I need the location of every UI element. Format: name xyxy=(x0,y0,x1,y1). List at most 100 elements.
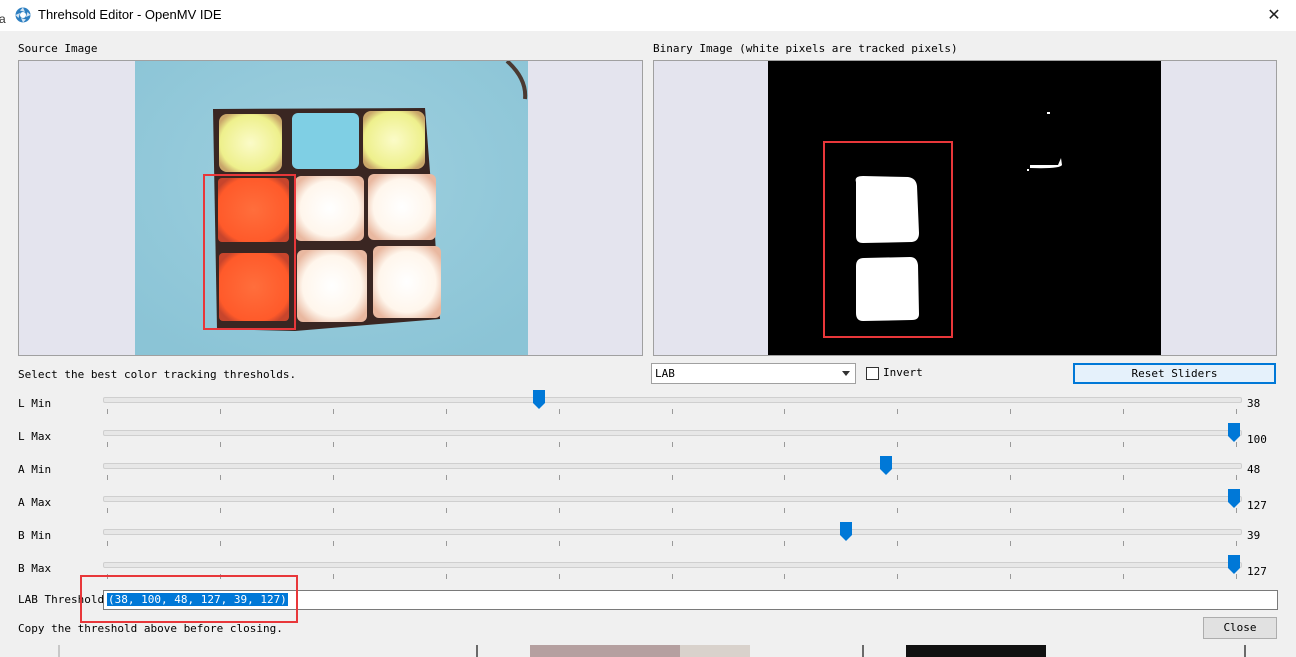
slider-tick xyxy=(897,409,898,414)
slider-tick xyxy=(1010,475,1011,480)
background-window-fragment: a xyxy=(0,12,6,26)
slider-tick xyxy=(1236,475,1237,480)
invert-label[interactable]: Invert xyxy=(883,366,923,379)
slider-track-b-min[interactable] xyxy=(103,529,1242,535)
slider-tick xyxy=(559,541,560,546)
slider-tick xyxy=(333,442,334,447)
source-image xyxy=(135,61,528,355)
slider-tick xyxy=(333,541,334,546)
slider-tick xyxy=(446,442,447,447)
slider-tick xyxy=(1123,574,1124,579)
slider-tick xyxy=(1123,508,1124,513)
invert-checkbox[interactable] xyxy=(866,367,879,380)
slider-tick xyxy=(784,442,785,447)
slider-tick xyxy=(446,508,447,513)
slider-tick xyxy=(107,475,108,480)
slider-tick xyxy=(672,541,673,546)
threshold-annotation-box xyxy=(80,575,298,623)
slider-tick xyxy=(897,475,898,480)
slider-tick xyxy=(333,574,334,579)
source-image-label: Source Image xyxy=(18,42,98,55)
slider-tick xyxy=(897,442,898,447)
slider-tick xyxy=(559,442,560,447)
slider-tick xyxy=(784,409,785,414)
slider-tick xyxy=(333,409,334,414)
slider-tick xyxy=(559,475,560,480)
slider-label-b-max: B Max xyxy=(18,562,52,575)
slider-tick xyxy=(446,574,447,579)
slider-value-b-min: 39 xyxy=(1247,529,1261,542)
slider-value-l-min: 38 xyxy=(1247,397,1261,410)
chevron-down-icon xyxy=(842,371,850,376)
slider-tick xyxy=(220,475,221,480)
slider-track-a-min[interactable] xyxy=(103,463,1242,469)
slider-tick xyxy=(897,541,898,546)
slider-tick xyxy=(1123,442,1124,447)
colorspace-select[interactable]: LAB xyxy=(651,363,856,384)
slider-tick xyxy=(1010,409,1011,414)
slider-tick xyxy=(784,541,785,546)
slider-value-a-min: 48 xyxy=(1247,463,1261,476)
slider-tick xyxy=(559,409,560,414)
slider-tick xyxy=(1236,574,1237,579)
slider-tick xyxy=(446,409,447,414)
slider-label-l-max: L Max xyxy=(18,430,52,443)
slider-thumb-l-min[interactable] xyxy=(533,390,545,409)
slider-tick xyxy=(559,574,560,579)
slider-tick xyxy=(220,541,221,546)
slider-tick xyxy=(1123,409,1124,414)
source-image-panel xyxy=(18,60,643,356)
slider-tick xyxy=(672,409,673,414)
slider-track-b-max[interactable] xyxy=(103,562,1242,568)
slider-tick xyxy=(446,541,447,546)
slider-track-a-max[interactable] xyxy=(103,496,1242,502)
slider-tick xyxy=(672,475,673,480)
reset-sliders-button[interactable]: Reset Sliders xyxy=(1073,363,1276,384)
slider-value-l-max: 100 xyxy=(1247,433,1267,446)
slider-tick xyxy=(1236,442,1237,447)
slider-track-l-min[interactable] xyxy=(103,397,1242,403)
slider-tick xyxy=(784,574,785,579)
slider-tick xyxy=(1236,508,1237,513)
background-window-strip xyxy=(0,645,1296,657)
slider-thumb-l-max[interactable] xyxy=(1228,423,1240,442)
slider-tick xyxy=(784,508,785,513)
slider-value-a-max: 127 xyxy=(1247,499,1267,512)
slider-tick xyxy=(107,508,108,513)
binary-image-panel xyxy=(653,60,1277,356)
slider-tick xyxy=(107,409,108,414)
slider-label-a-min: A Min xyxy=(18,463,52,476)
slider-tick xyxy=(1236,409,1237,414)
slider-tick xyxy=(220,508,221,513)
slider-label-l-min: L Min xyxy=(18,397,52,410)
slider-tick xyxy=(333,508,334,513)
slider-thumb-b-max[interactable] xyxy=(1228,555,1240,574)
source-annotation-box xyxy=(203,174,296,330)
slider-tick xyxy=(220,409,221,414)
slider-tick xyxy=(1123,541,1124,546)
slider-tick xyxy=(446,475,447,480)
colorspace-value: LAB xyxy=(655,367,675,380)
slider-tick xyxy=(107,541,108,546)
slider-label-a-max: A Max xyxy=(18,496,52,509)
slider-track-l-max[interactable] xyxy=(103,430,1242,436)
slider-tick xyxy=(107,442,108,447)
footer-note: Copy the threshold above before closing. xyxy=(18,622,283,635)
slider-tick xyxy=(559,508,560,513)
slider-tick xyxy=(784,475,785,480)
slider-value-b-max: 127 xyxy=(1247,565,1267,578)
instructions-text: Select the best color tracking threshold… xyxy=(18,368,297,381)
slider-tick xyxy=(1010,574,1011,579)
slider-thumb-a-max[interactable] xyxy=(1228,489,1240,508)
slider-tick xyxy=(1010,541,1011,546)
title-bar[interactable]: Threhsold Editor - OpenMV IDE ✕ xyxy=(0,0,1296,31)
slider-thumb-a-min[interactable] xyxy=(880,456,892,475)
close-icon[interactable]: ✕ xyxy=(1264,4,1284,26)
slider-label-b-min: B Min xyxy=(18,529,52,542)
close-button[interactable]: Close xyxy=(1203,617,1277,639)
slider-tick xyxy=(1010,508,1011,513)
window-title: Threhsold Editor - OpenMV IDE xyxy=(38,7,222,22)
slider-tick xyxy=(672,508,673,513)
openmv-aperture-icon xyxy=(15,7,31,23)
slider-thumb-b-min[interactable] xyxy=(840,522,852,541)
